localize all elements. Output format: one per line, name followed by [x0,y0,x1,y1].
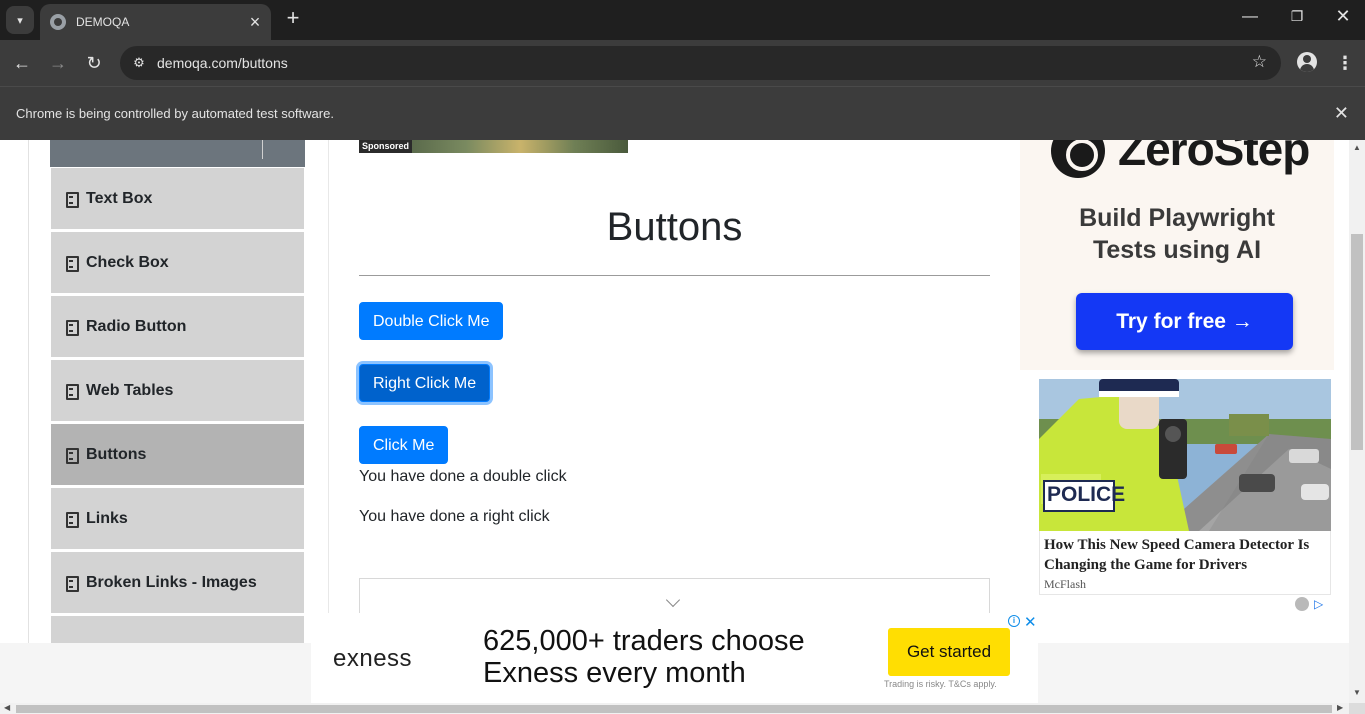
page-title: Buttons [606,205,743,249]
sidebar-item-radio-button[interactable]: Radio Button [50,295,305,359]
sidebar-item-label: Text Box [86,189,153,207]
tab-close-icon[interactable]: × [245,13,265,31]
police-ad-image[interactable]: POLICE [1039,379,1331,531]
ad-close-icon[interactable]: ✕ [1024,613,1037,631]
try-for-free-button[interactable]: Try for free → [1076,293,1293,350]
sidebar-group-header[interactable] [50,140,305,167]
adchoices-icon[interactable]: ▷ [1314,597,1323,611]
site-info-icon[interactable]: ⚙ [129,53,149,73]
police-badge-text: POLICE [1047,483,1126,506]
restore-button[interactable]: ❐ [1285,8,1309,25]
tab-title: DEMOQA [76,15,130,29]
active-tab[interactable]: DEMOQA × [40,4,271,40]
right-click-button[interactable]: Right Click Me [359,364,491,402]
zerostep-tagline: Build Playwright Tests using AI [1020,202,1334,266]
sponsored-label: Sponsored [359,140,413,153]
html5-icon [65,384,79,400]
scroll-up-arrow-icon[interactable]: ▲ [1353,143,1361,152]
zerostep-ad[interactable]: ZeroStep Build Playwright Tests using AI… [1020,140,1334,370]
sidebar-item-buttons[interactable]: Buttons [50,423,305,487]
scroll-right-arrow-icon[interactable]: ▶ [1337,703,1343,712]
html5-icon [65,256,79,272]
scrollbar-corner [1349,703,1365,714]
get-started-button[interactable]: Get started [888,628,1010,676]
tab-strip: ▾ DEMOQA × + — ❐ ✕ [0,0,1365,40]
html5-icon [65,448,79,464]
sidebar-item-links[interactable]: Links [50,487,305,551]
tab-search-button[interactable]: ▾ [6,6,34,34]
automation-infobar: Chrome is being controlled by automated … [0,86,1365,140]
double-click-message: You have done a double click [359,468,567,485]
exness-logo: exness [333,645,413,672]
minimize-button[interactable]: — [1238,8,1262,26]
page-viewport: Text Box Check Box Radio Button Web Tabl… [0,140,1349,703]
police-ad-caption[interactable]: How This New Speed Camera Detector Is Ch… [1039,531,1331,595]
back-button[interactable]: ← [11,52,33,74]
chrome-menu-icon[interactable]: ⋮ [1336,52,1354,74]
html5-icon [65,192,79,208]
html5-icon [65,576,79,592]
click-me-button[interactable]: Click Me [359,426,449,464]
title-divider [359,275,990,276]
sidebar-item-web-tables[interactable]: Web Tables [50,359,305,423]
globe-icon [50,14,66,30]
scroll-down-arrow-icon[interactable]: ▼ [1353,688,1361,697]
police-scene-illustration [1039,379,1331,531]
vertical-scroll-thumb[interactable] [1351,234,1363,450]
zerostep-tagline-line1: Build Playwright [1079,204,1275,232]
sidebar-item-label: Links [86,509,128,527]
ad-info-icon[interactable]: i [1008,615,1020,627]
horizontal-scrollbar[interactable]: ◀ ▶ [0,703,1349,714]
sidebar-item-label: Web Tables [86,381,174,399]
ad-feedback-icon[interactable] [1295,597,1309,611]
sidebar-menu: Text Box Check Box Radio Button Web Tabl… [50,167,305,679]
horizontal-scroll-thumb[interactable] [16,705,1332,713]
police-ad-source: McFlash [1044,577,1086,591]
html5-icon [65,512,79,528]
exness-ad[interactable]: exness 625,000+ traders choose Exness ev… [311,613,1038,703]
browser-toolbar: ← → ↻ ⚙ demoqa.com/buttons ☆ ⋮ [0,40,1365,86]
page-left-border [28,140,29,703]
scroll-left-arrow-icon[interactable]: ◀ [4,703,10,712]
sidebar-item-check-box[interactable]: Check Box [50,231,305,295]
collapsed-section[interactable] [359,578,990,618]
reload-button[interactable]: ↻ [83,52,105,74]
zerostep-tagline-line2: Tests using AI [1092,236,1262,264]
sidebar-item-text-box[interactable]: Text Box [50,167,305,231]
double-click-button[interactable]: Double Click Me [359,302,504,340]
sidebar-item-label: Broken Links - Images [86,573,257,591]
sidebar-item-broken-links[interactable]: Broken Links - Images [50,551,305,615]
window-close-button[interactable]: ✕ [1331,6,1355,27]
zerostep-logo-icon [1051,140,1105,178]
new-tab-button[interactable]: + [282,7,304,30]
zerostep-brand: ZeroStep [1118,140,1310,175]
infobar-message: Chrome is being controlled by automated … [16,106,334,121]
forward-button[interactable]: → [47,52,69,74]
exness-headline-line2: Exness every month [483,657,746,689]
vertical-scrollbar[interactable]: ▲ ▼ [1349,140,1365,703]
profile-avatar-icon[interactable] [1297,52,1317,72]
exness-headline-line1: 625,000+ traders choose [483,625,805,657]
chevron-down-icon[interactable] [665,592,681,608]
exness-disclaimer: Trading is risky. T&Cs apply. [884,679,997,689]
bookmark-star-icon[interactable]: ☆ [1252,52,1267,72]
html5-icon [65,320,79,336]
sidebar-item-label: Buttons [86,445,147,463]
url-text[interactable]: demoqa.com/buttons [157,55,288,71]
exness-headline: 625,000+ traders choose Exness every mon… [483,625,805,689]
right-click-message: You have done a right click [359,508,550,525]
sidebar-item-label: Radio Button [86,317,187,335]
sidebar-item-label: Check Box [86,253,169,271]
police-ad-title[interactable]: How This New Speed Camera Detector Is Ch… [1044,535,1330,575]
address-bar[interactable]: ⚙ demoqa.com/buttons ☆ [120,46,1281,80]
infobar-close-icon[interactable]: ✕ [1334,103,1349,124]
